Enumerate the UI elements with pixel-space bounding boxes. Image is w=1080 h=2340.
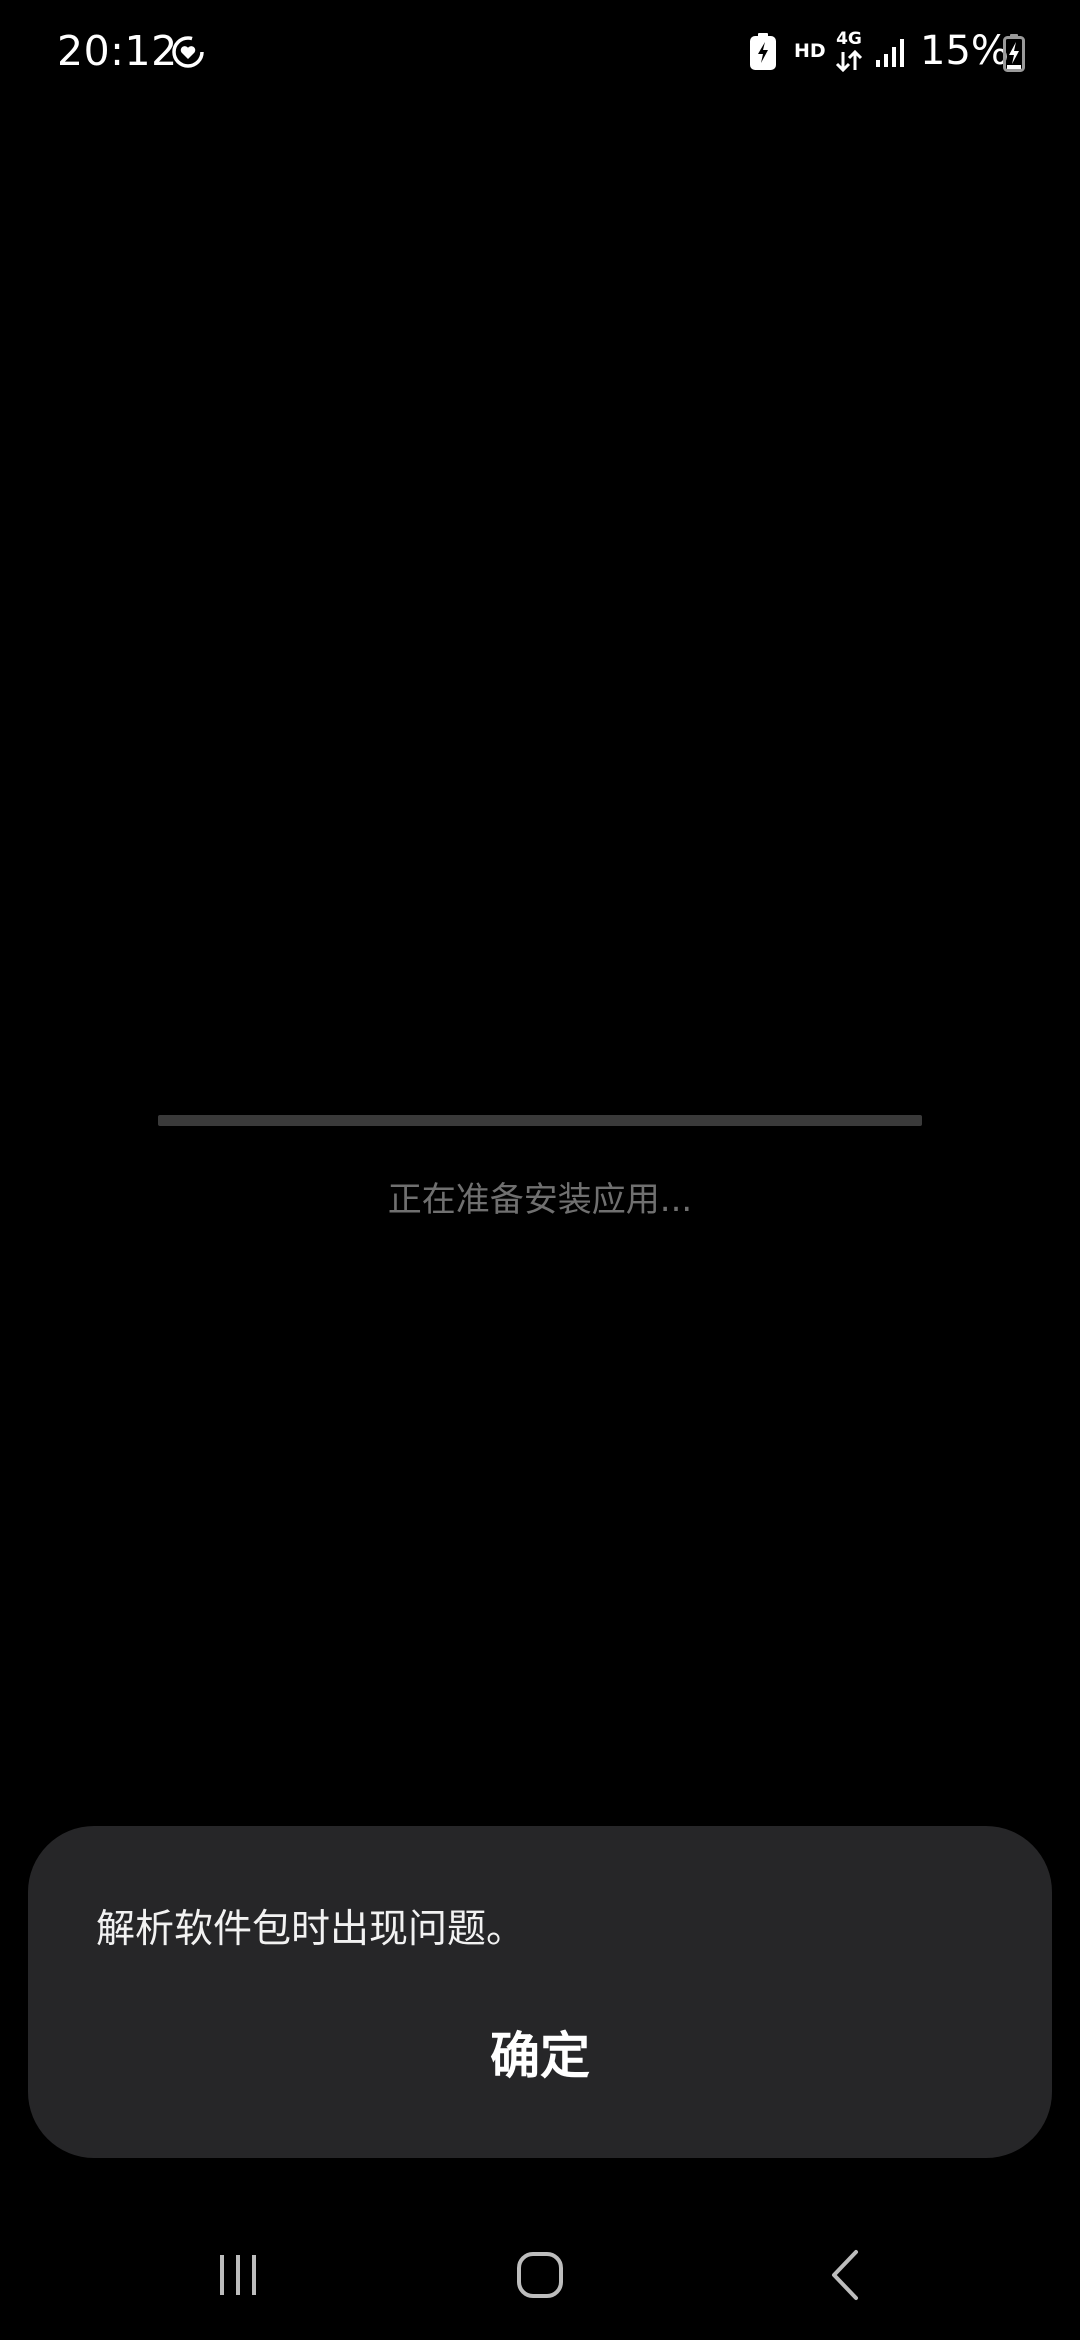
error-dialog: 解析软件包时出现问题。 确定 <box>28 1826 1052 2158</box>
home-icon <box>517 2252 563 2298</box>
ok-button[interactable]: 确定 <box>340 2006 740 2106</box>
home-button[interactable] <box>485 2220 595 2330</box>
cellular-signal-icon <box>876 39 904 67</box>
hd-icon: HD <box>794 40 826 62</box>
network-label: 4G <box>836 29 862 49</box>
recent-apps-button[interactable] <box>183 2220 293 2330</box>
navigation-bar <box>0 2210 1080 2340</box>
back-button[interactable] <box>790 2220 900 2330</box>
battery-percent: 15% <box>920 28 1009 74</box>
battery-charging-icon <box>1003 34 1025 72</box>
battery-saver-icon <box>750 33 776 70</box>
network-4g-icon: 4G <box>833 30 865 74</box>
status-time: 20:12 <box>57 27 178 75</box>
back-icon <box>832 2250 858 2300</box>
sync-heart-icon <box>172 36 204 68</box>
recent-apps-icon <box>220 2255 256 2295</box>
install-progress-bar <box>158 1115 922 1126</box>
status-bar: 20:12 HD 4G 15% <box>0 0 1080 100</box>
install-status-text: 正在准备安装应用... <box>387 1180 693 1220</box>
dialog-message: 解析软件包时出现问题。 <box>96 1907 526 1952</box>
